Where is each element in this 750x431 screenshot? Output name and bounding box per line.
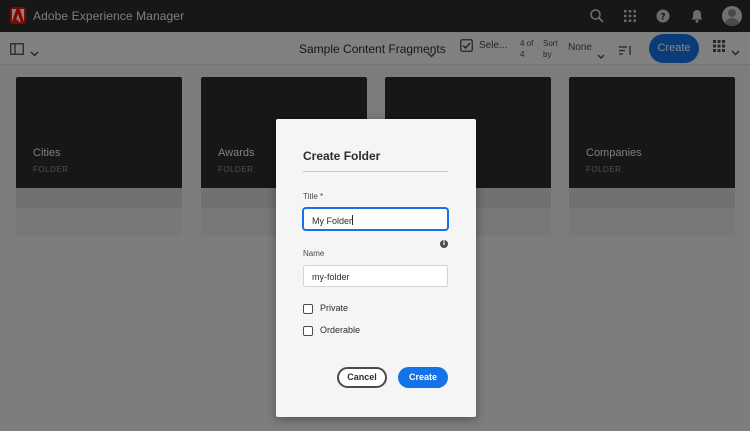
create-folder-dialog: Create Folder Title * My Folder i Name m… — [276, 119, 476, 417]
title-input[interactable]: My Folder — [303, 208, 448, 230]
name-input[interactable]: my-folder — [303, 265, 448, 287]
orderable-checkbox-label[interactable]: Orderable — [320, 325, 360, 335]
private-checkbox[interactable] — [303, 304, 313, 314]
info-icon[interactable]: i — [440, 240, 448, 248]
private-checkbox-label[interactable]: Private — [320, 303, 348, 313]
title-field-label: Title * — [303, 192, 324, 201]
name-field-label: Name — [303, 249, 325, 258]
dialog-title: Create Folder — [303, 149, 381, 163]
title-input-value: My Folder — [312, 216, 353, 226]
dialog-divider — [303, 171, 448, 172]
create-folder-button[interactable]: Create — [398, 367, 448, 388]
cancel-button[interactable]: Cancel — [337, 367, 387, 388]
orderable-checkbox[interactable] — [303, 326, 313, 336]
text-cursor — [352, 215, 354, 225]
